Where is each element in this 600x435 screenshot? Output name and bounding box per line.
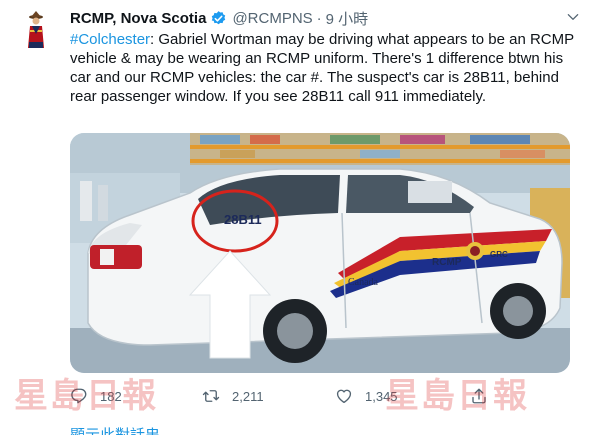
like-count: 1,345: [365, 388, 398, 404]
car-number-text: 28B11: [224, 212, 262, 227]
retweet-count: 2,211: [232, 388, 264, 404]
tweet-header: RCMP, Nova Scotia @RCMPNS · 9 小時: [70, 8, 368, 28]
tweet-photo[interactable]: 28B11 RCMP GRC Canada: [70, 133, 570, 373]
timestamp[interactable]: 9 小時: [326, 8, 369, 29]
verified-badge-icon: [212, 10, 226, 24]
like-button[interactable]: 1,345: [335, 385, 398, 407]
canada-text: Canada: [348, 277, 379, 288]
separator: ·: [316, 9, 322, 27]
rcmp-car-photo: 28B11 RCMP GRC Canada: [70, 133, 570, 373]
show-thread-link[interactable]: 顯示此對話串: [70, 424, 160, 435]
retweet-icon: [202, 390, 220, 402]
handle[interactable]: @RCMPNS: [232, 10, 312, 27]
tweet-actions: 182 2,211 1,345: [70, 385, 570, 407]
heart-icon: [336, 389, 352, 404]
reply-count: 182: [100, 388, 122, 404]
chevron-down-icon[interactable]: [566, 10, 580, 24]
reply-icon: [71, 388, 87, 404]
share-icon: [472, 388, 486, 404]
rcmp-text: RCMP: [432, 257, 462, 268]
reply-button[interactable]: 182: [70, 385, 122, 407]
grc-text: GRC: [490, 250, 508, 259]
avatar[interactable]: [14, 8, 58, 52]
display-name[interactable]: RCMP, Nova Scotia: [70, 10, 206, 27]
tweet-text: #Colchester: Gabriel Wortman may be driv…: [70, 30, 575, 106]
tweet-card[interactable]: RCMP, Nova Scotia @RCMPNS · 9 小時 #Colche…: [0, 0, 600, 435]
retweet-button[interactable]: 2,211: [202, 385, 264, 407]
hashtag-link[interactable]: #Colchester: [70, 31, 150, 48]
share-button[interactable]: [470, 385, 488, 407]
rcmp-mountie-icon: [14, 8, 58, 52]
